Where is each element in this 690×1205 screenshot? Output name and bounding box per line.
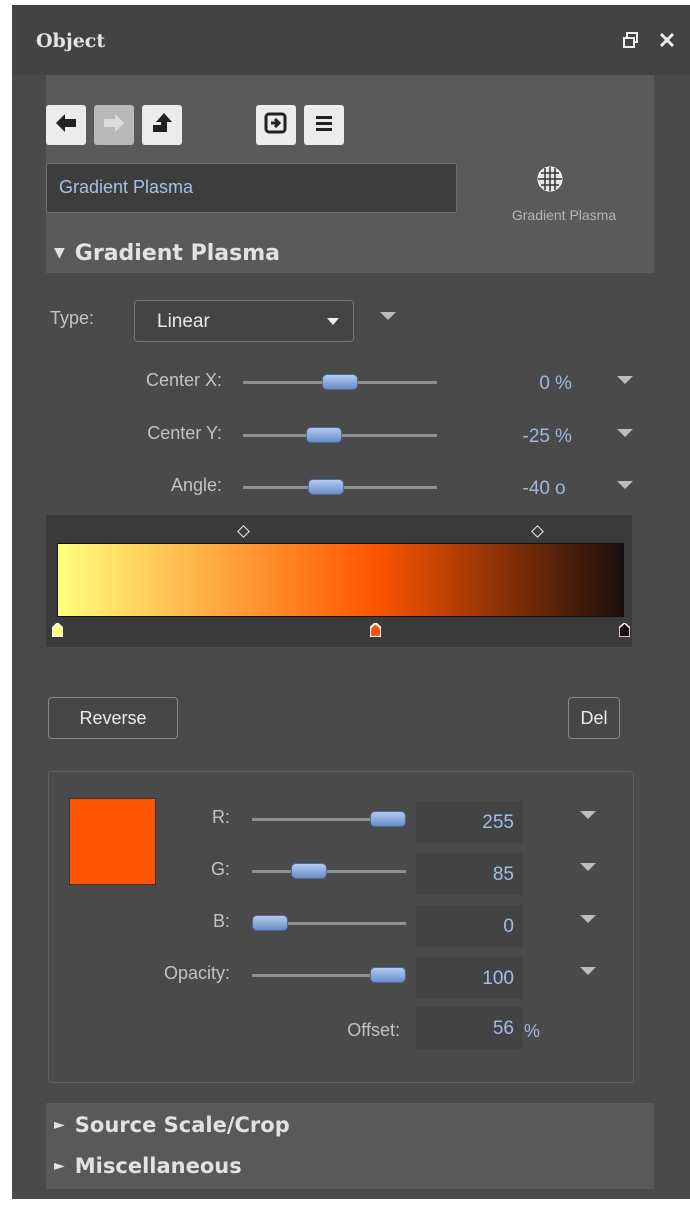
up-arrow-icon [150, 111, 174, 139]
gradient-bar[interactable] [57, 543, 624, 617]
channel-menu-arrow[interactable] [580, 811, 596, 819]
expand-triangle-icon: ► [54, 1117, 65, 1133]
channel-menu-arrow[interactable] [580, 967, 596, 975]
param-label: Angle: [170, 475, 222, 495]
channel-label: R: [212, 807, 230, 827]
param-label: Center X: [145, 370, 222, 390]
gradient-stop[interactable] [52, 623, 63, 637]
up-button[interactable] [142, 105, 182, 145]
forward-button[interactable] [94, 105, 134, 145]
offset-field[interactable]: 56 [416, 1007, 522, 1049]
collapse-triangle-icon: ▼ [54, 245, 65, 261]
channel-label: Opacity: [163, 963, 230, 983]
section-title: Source Scale/Crop [74, 1113, 290, 1137]
section-gradient-plasma[interactable]: ▼ Gradient Plasma [54, 241, 280, 266]
param-menu-arrow[interactable] [617, 376, 633, 384]
param-slider-thumb[interactable] [322, 374, 358, 390]
channel-slider-track[interactable] [252, 870, 406, 873]
midpoint-diamond[interactable] [531, 525, 544, 538]
type-menu-arrow[interactable] [380, 312, 396, 320]
object-type-label: Gradient Plasma [511, 207, 617, 223]
forward-arrow-icon [102, 112, 126, 138]
channel-value-field[interactable]: 255 [416, 801, 522, 843]
param-unit: % [555, 426, 572, 447]
gradient-stop[interactable] [369, 623, 381, 637]
param-unit: % [555, 373, 572, 394]
offset-value: 56 [492, 1018, 514, 1039]
close-icon[interactable] [654, 27, 680, 53]
chevron-down-icon [327, 318, 339, 325]
param-slider-thumb[interactable] [307, 479, 344, 495]
channel-slider-thumb[interactable] [370, 811, 406, 827]
list-icon [313, 112, 335, 138]
section-title: Gradient Plasma [74, 241, 280, 266]
section-miscellaneous[interactable]: ► Miscellaneous [54, 1154, 242, 1178]
type-label: Type: [50, 308, 95, 328]
reverse-button[interactable]: Reverse [48, 697, 178, 739]
channel-value-field[interactable]: 100 [416, 957, 522, 999]
panel-title: Object [36, 30, 106, 52]
param-slider-thumb[interactable] [306, 427, 343, 443]
export-icon [264, 111, 288, 139]
type-dropdown[interactable]: Linear [134, 300, 354, 342]
offset-label: Offset: [347, 1020, 400, 1040]
channel-value: 0 [503, 916, 514, 937]
param-value[interactable]: -25 [482, 426, 550, 448]
offset-unit: % [524, 1021, 541, 1041]
channel-value: 255 [482, 812, 514, 833]
type-value: Linear [157, 311, 210, 332]
channel-label: G: [210, 859, 230, 879]
channel-menu-arrow[interactable] [580, 915, 596, 923]
channel-menu-arrow[interactable] [580, 863, 596, 871]
object-panel: Object Gradient Plasma Gradient Plasma ▼… [12, 5, 690, 1199]
section-source-scale-crop[interactable]: ► Source Scale/Crop [54, 1113, 290, 1137]
globe-grid-icon [534, 163, 566, 195]
export-button[interactable] [256, 105, 296, 145]
midpoint-diamond[interactable] [237, 525, 250, 538]
param-value[interactable]: 0 [482, 373, 550, 395]
channel-value: 85 [492, 864, 514, 885]
menu-button[interactable] [304, 105, 344, 145]
param-menu-arrow[interactable] [617, 429, 633, 437]
back-button[interactable] [46, 105, 86, 145]
channel-value: 100 [482, 968, 514, 989]
object-name-input[interactable]: Gradient Plasma [46, 163, 457, 213]
panel-titlebar: Object [12, 5, 690, 75]
gradient-stop[interactable] [619, 623, 630, 637]
channel-value-field[interactable]: 85 [416, 853, 522, 895]
channel-label: B: [212, 911, 230, 931]
channel-slider-thumb[interactable] [252, 915, 288, 931]
param-value[interactable]: -40 [482, 478, 550, 500]
delete-stop-button[interactable]: Del [568, 697, 620, 739]
param-unit: o [555, 478, 566, 499]
expand-triangle-icon: ► [54, 1158, 65, 1174]
channel-value-field[interactable]: 0 [416, 905, 522, 947]
param-label: Center Y: [147, 423, 222, 443]
channel-slider-thumb[interactable] [290, 863, 327, 879]
section-title: Miscellaneous [74, 1154, 242, 1178]
param-menu-arrow[interactable] [617, 481, 633, 489]
channel-slider-thumb[interactable] [370, 967, 406, 983]
back-arrow-icon [54, 112, 78, 138]
gradient-editor[interactable] [46, 515, 632, 647]
restore-icon[interactable] [618, 27, 644, 53]
